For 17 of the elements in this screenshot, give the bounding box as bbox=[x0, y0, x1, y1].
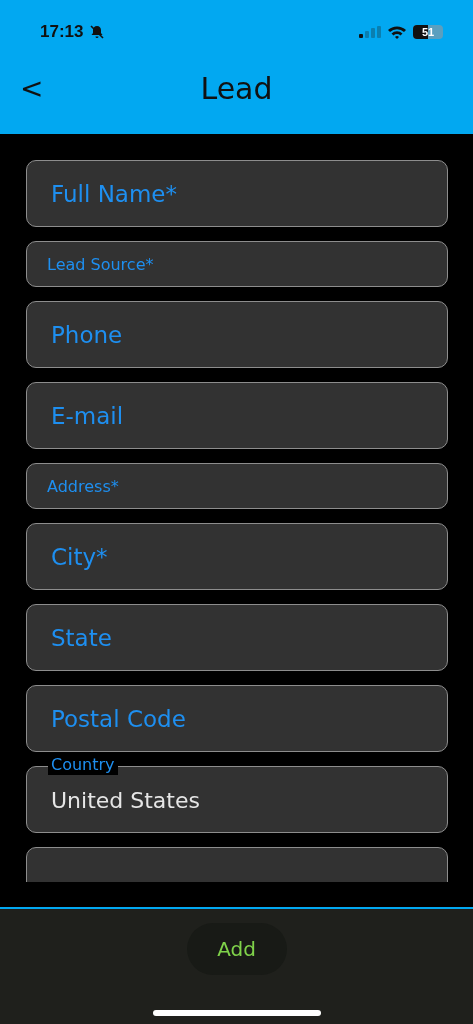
signal-icon bbox=[359, 26, 381, 38]
input-field[interactable]: Phone bbox=[26, 301, 448, 368]
input-field[interactable]: State bbox=[26, 604, 448, 671]
battery-icon: 51 bbox=[413, 25, 443, 39]
muted-bell-icon bbox=[89, 24, 106, 40]
input-field[interactable]: Address* bbox=[26, 463, 448, 509]
input-field[interactable]: E-mail bbox=[26, 382, 448, 449]
input-field[interactable]: Lead Source* bbox=[26, 241, 448, 287]
input-field[interactable]: Postal Code bbox=[26, 685, 448, 752]
page-title: Lead bbox=[200, 70, 273, 106]
input-field[interactable]: City* bbox=[26, 523, 448, 590]
input-field[interactable]: Full Name* bbox=[26, 160, 448, 227]
add-button[interactable]: Add bbox=[186, 923, 287, 975]
field-label: Country bbox=[48, 755, 118, 775]
wifi-icon bbox=[387, 25, 407, 39]
status-time: 17:13 bbox=[40, 22, 84, 42]
back-button[interactable]: < bbox=[16, 71, 48, 105]
